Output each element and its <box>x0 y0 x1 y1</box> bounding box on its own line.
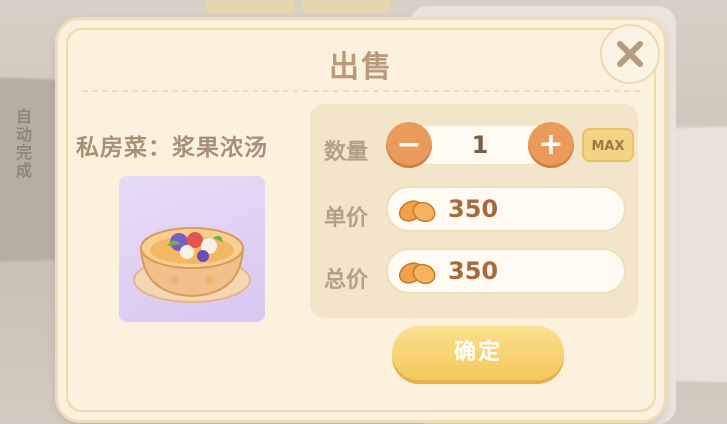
plus-icon: + <box>538 127 564 162</box>
dialog-title: 出售 <box>329 50 393 85</box>
total-price-label: 总价 <box>324 268 369 293</box>
increase-button[interactable]: + <box>528 122 574 168</box>
top-item-slot <box>205 0 295 14</box>
top-item-slot <box>301 0 391 14</box>
background-side-text: 自动完成 <box>16 107 33 180</box>
item-image <box>119 176 265 322</box>
unit-price-label: 单价 <box>324 206 369 231</box>
total-price-value: 350 <box>448 257 499 285</box>
bean-icon <box>398 262 436 285</box>
quantity-field[interactable]: 1 <box>420 126 540 164</box>
minus-icon: − <box>396 127 422 162</box>
total-price-field: 350 <box>386 248 626 294</box>
max-button[interactable]: MAX <box>582 128 634 162</box>
quantity-label: 数量 <box>324 140 369 165</box>
sell-panel: 数量 1 − + MAX 单价 350 总价 350 <box>310 104 638 318</box>
title-divider <box>82 90 640 92</box>
close-button[interactable] <box>600 24 660 84</box>
unit-price-field: 350 <box>386 186 626 232</box>
unit-price-value: 350 <box>448 195 499 223</box>
top-item-bar <box>205 0 391 16</box>
decrease-button[interactable]: − <box>386 122 432 168</box>
bean-icon <box>398 200 436 223</box>
sell-dialog: 出售 私房菜：浆果浓汤 数量 1 − + MAX 单价 350 总价 350 确… <box>58 20 664 420</box>
item-name: 私房菜：浆果浓汤 <box>76 135 268 161</box>
berry-soup-bowl-icon <box>133 227 251 303</box>
close-icon <box>617 41 643 67</box>
confirm-button[interactable]: 确定 <box>392 326 564 380</box>
